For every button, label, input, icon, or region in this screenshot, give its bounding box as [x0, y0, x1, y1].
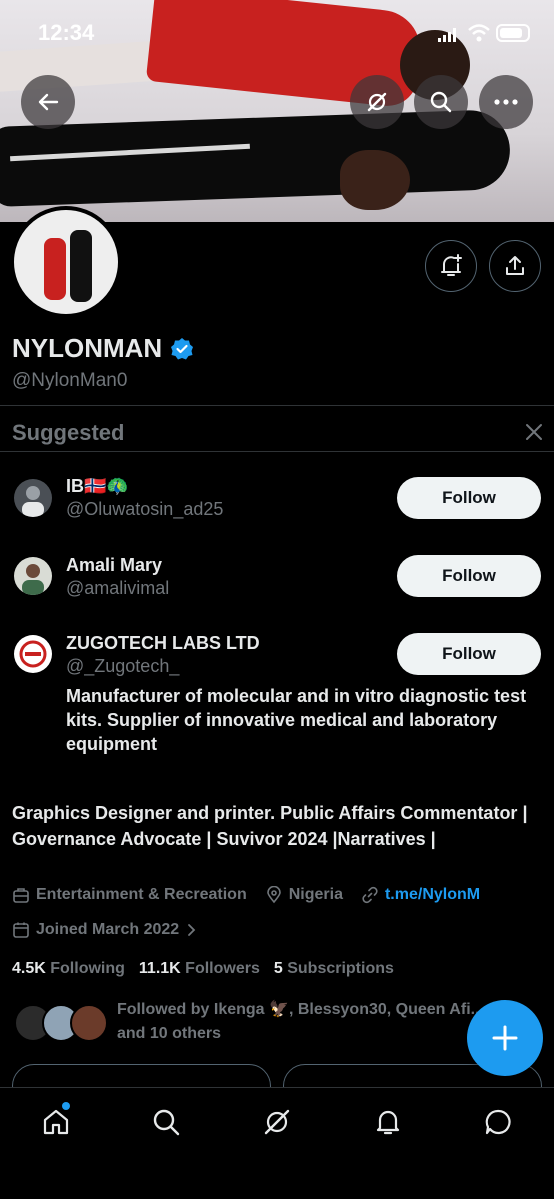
following-stat[interactable]: 4.5K Following	[12, 960, 125, 978]
avatar-art-red	[44, 238, 66, 300]
follow-button[interactable]: Follow	[397, 477, 541, 519]
profile-bio: Graphics Designer and printer. Public Af…	[12, 803, 528, 849]
suggestion-bio: Manufacturer of molecular and in vitro d…	[66, 686, 527, 754]
profile-category: Entertainment & Recreation	[36, 886, 247, 903]
suggestion-name[interactable]: ZUGOTECH LABS LTD	[66, 633, 260, 654]
link-icon	[362, 886, 378, 904]
followed-by-text[interactable]: Followed by Ikenga 🦅, Blessyon30, Queen …	[117, 998, 507, 1046]
tab-notifications[interactable]	[368, 1102, 408, 1142]
home-notification-dot	[62, 1102, 70, 1110]
profile-meta-row: Entertainment & Recreation Nigeria t.me/…	[12, 886, 480, 904]
grok-tab-icon	[264, 1109, 290, 1135]
calendar-icon	[13, 922, 29, 938]
status-time: 12:34	[38, 20, 95, 45]
profile-stats: 4.5K Following 11.1K Followers 5 Subscri…	[12, 960, 394, 978]
profile-handle: @NylonMan0	[12, 370, 128, 391]
divider	[0, 405, 554, 406]
suggestion-handle: @_Zugotech_	[66, 656, 180, 676]
notification-add-icon	[441, 254, 462, 276]
profile-name-text: NYLONMAN	[12, 333, 163, 363]
profile-joined: Joined March 2022	[36, 921, 180, 938]
back-button[interactable]	[21, 75, 75, 129]
avatar[interactable]	[14, 479, 52, 517]
avatar-art-black	[70, 230, 92, 302]
bottom-tab-bar	[0, 1087, 554, 1199]
back-arrow-icon	[38, 93, 59, 111]
avatar-art	[22, 564, 44, 595]
home-icon	[43, 1109, 69, 1135]
chevron-right-icon	[188, 924, 196, 936]
avatar[interactable]	[14, 557, 52, 595]
status-bar: 12:34	[0, 0, 554, 64]
profile-avatar[interactable]	[10, 206, 122, 318]
suggestion-handle: @amalivimal	[66, 578, 170, 598]
search-icon	[430, 91, 452, 113]
compose-button[interactable]	[467, 1000, 543, 1076]
follow-button[interactable]: Follow	[397, 633, 541, 675]
signal-icon	[438, 28, 456, 42]
avatar	[70, 1004, 108, 1042]
tab-messages[interactable]	[478, 1102, 518, 1142]
grok-button[interactable]	[350, 75, 404, 129]
notifications-button[interactable]	[425, 240, 477, 292]
suggestion-name[interactable]: Amali Mary	[66, 555, 162, 576]
profile-location: Nigeria	[288, 886, 343, 903]
briefcase-icon	[13, 888, 29, 903]
banner-art-hand	[340, 150, 410, 210]
bell-icon	[376, 1110, 400, 1135]
tab-explore[interactable]	[146, 1102, 186, 1142]
tab-grok[interactable]	[257, 1102, 297, 1142]
divider	[0, 451, 554, 452]
verified-badge-icon[interactable]	[170, 337, 194, 361]
followed-by-avatars[interactable]	[14, 1004, 108, 1042]
profile-joined-row[interactable]: Joined March 2022	[12, 921, 197, 939]
battery-icon	[496, 24, 530, 42]
explore-icon	[153, 1109, 180, 1136]
avatar-art	[22, 486, 44, 517]
more-button[interactable]	[479, 75, 533, 129]
more-icon	[494, 99, 518, 105]
suggestion-handle: @Oluwatosin_ad25	[66, 499, 224, 519]
close-icon[interactable]	[524, 422, 544, 442]
wifi-icon	[468, 24, 490, 42]
search-button[interactable]	[414, 75, 468, 129]
compose-plus-icon	[492, 1025, 518, 1051]
profile-name: NYLONMAN	[12, 333, 194, 364]
tab-home[interactable]	[36, 1102, 76, 1142]
share-button[interactable]	[489, 240, 541, 292]
followers-stat[interactable]: 11.1K Followers	[139, 960, 260, 978]
profile-link[interactable]: t.me/NylonM	[385, 886, 480, 904]
follow-button[interactable]: Follow	[397, 555, 541, 597]
messages-icon	[485, 1109, 511, 1135]
avatar[interactable]	[14, 635, 52, 673]
suggestion-name[interactable]: IB🇳🇴🦚	[66, 476, 129, 497]
share-icon	[506, 256, 524, 275]
suggested-title: Suggested	[12, 420, 125, 445]
avatar-art	[19, 640, 47, 668]
subscriptions-stat[interactable]: 5 Subscriptions	[274, 960, 394, 978]
grok-icon	[367, 92, 387, 112]
location-pin-icon	[266, 886, 281, 904]
